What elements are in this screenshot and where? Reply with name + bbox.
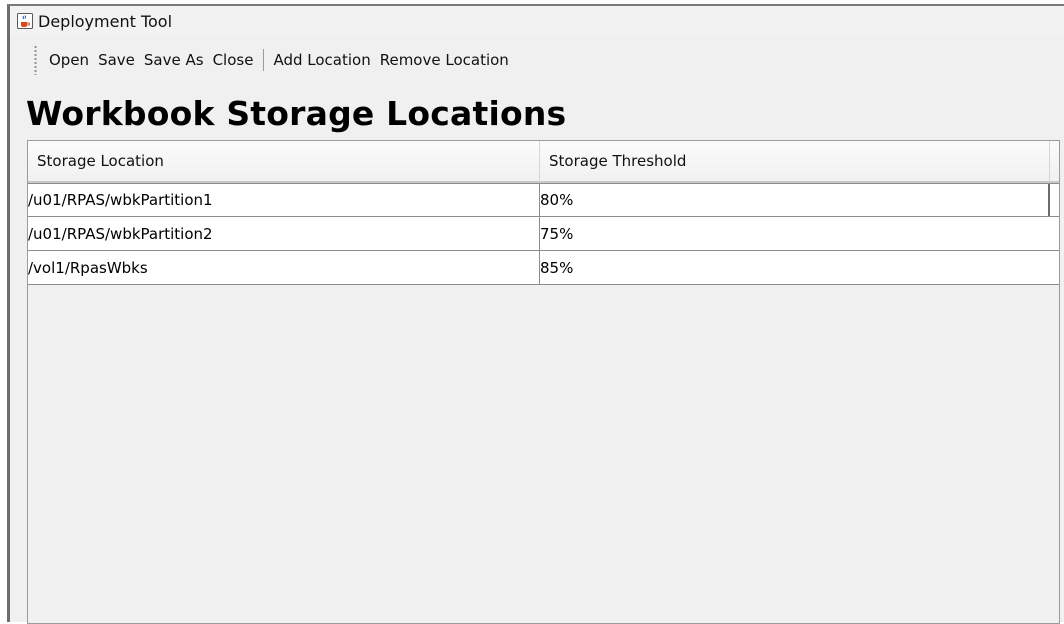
storage-location-cell[interactable]: /u01/RPAS/wbkPartition1 bbox=[28, 184, 540, 216]
grip-icon[interactable] bbox=[34, 45, 37, 75]
table-row[interactable]: /vol1/RpasWbks 85% bbox=[28, 251, 1059, 285]
open-button[interactable]: Open bbox=[46, 51, 92, 69]
column-header-storage-location[interactable]: Storage Location bbox=[28, 141, 540, 181]
java-cup-icon bbox=[17, 13, 33, 29]
storage-location-cell[interactable]: /vol1/RpasWbks bbox=[28, 251, 540, 284]
column-header-storage-threshold[interactable]: Storage Threshold bbox=[540, 141, 1050, 181]
storage-location-cell[interactable]: /u01/RPAS/wbkPartition2 bbox=[28, 217, 540, 250]
deployment-tool-window: Deployment Tool Open Save Save As Close … bbox=[7, 4, 1064, 624]
table-header: Storage Location Storage Threshold bbox=[28, 141, 1059, 183]
page-title: Workbook Storage Locations bbox=[26, 94, 567, 133]
save-as-button[interactable]: Save As bbox=[141, 51, 207, 69]
table-row[interactable]: /u01/RPAS/wbkPartition1 80% bbox=[28, 183, 1059, 217]
storage-threshold-cell[interactable]: 85% bbox=[540, 251, 1050, 284]
toolbar-separator bbox=[263, 49, 265, 71]
title-bar[interactable]: Deployment Tool bbox=[10, 6, 1064, 36]
add-location-button[interactable]: Add Location bbox=[270, 51, 373, 69]
table-body: /u01/RPAS/wbkPartition1 80% /u01/RPAS/wb… bbox=[28, 183, 1059, 285]
window-title: Deployment Tool bbox=[38, 11, 173, 31]
remove-location-button[interactable]: Remove Location bbox=[377, 51, 512, 69]
close-button[interactable]: Close bbox=[210, 51, 257, 69]
save-button[interactable]: Save bbox=[95, 51, 138, 69]
storage-locations-table[interactable]: Storage Location Storage Threshold /u01/… bbox=[27, 140, 1060, 624]
table-row[interactable]: /u01/RPAS/wbkPartition2 75% bbox=[28, 217, 1059, 251]
toolbar: Open Save Save As Close Add Location Rem… bbox=[10, 45, 1064, 75]
storage-threshold-cell[interactable]: 80% bbox=[540, 184, 1050, 216]
storage-threshold-cell[interactable]: 75% bbox=[540, 217, 1050, 250]
